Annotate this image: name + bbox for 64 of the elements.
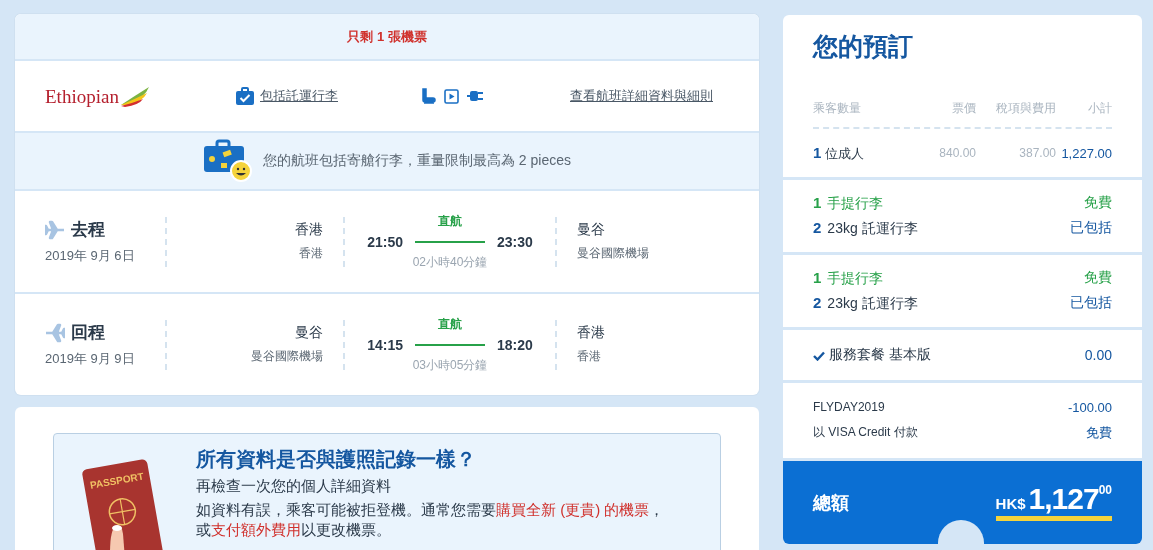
service-package: 服務套餐 基本版 [829,346,931,364]
arrival-airport: 香港 [577,348,602,365]
payment-fee: 免費 [1086,424,1112,442]
total-label: 總額 [813,491,849,515]
passport-warning: 如資料有誤，乘客可能被拒登機。通常您需要購買全新 (更貴) 的機票，或支付額外費用以更改機票。 [196,500,666,540]
leg-date: 2019年 9月 6日 [45,247,136,265]
arrival-time: 18:20 [497,336,533,353]
video-icon [444,88,459,104]
carry-on-baggage: 1 手提行李 [813,269,884,288]
departure-airport: 香港 [298,245,323,262]
passport-check-subtitle: 再檢查一次您的個人詳細資料 [196,477,392,496]
checked-baggage: 2 23kg 託運行李 [813,294,918,313]
subtotal-amount: 1,227.00 [1060,145,1112,161]
plug-icon [467,89,483,103]
baggage-price: 已包括 [1070,219,1112,237]
column-header: 小計 [1087,100,1112,117]
airline-name: Ethiopian [45,85,119,108]
stops-label: 直航 [438,212,462,230]
plane-icon [45,219,65,240]
baggage-price: 免費 [1084,269,1112,287]
passenger-count: 1 位成人 [813,143,866,163]
departure-time: 21:50 [367,233,403,250]
flight-duration: 03小時05分鐘 [412,356,488,374]
promo-code: FLYDAY2019 [813,400,885,415]
warning-link[interactable]: 購買全新 (更貴) 的機票 [496,501,650,518]
checked-baggage: 2 23kg 託運行李 [813,219,918,238]
arrival-city: 曼谷 [577,221,606,239]
stops-label: 直航 [438,315,462,333]
column-header: 乘客數量 [813,100,862,117]
suitcase-smiley-icon [202,139,253,183]
carry-on-baggage: 1 手提行李 [813,194,884,213]
flight-duration: 02小時40分鐘 [412,253,488,271]
plane-icon [45,322,65,343]
column-header: 稅項與費用 [995,100,1056,117]
departure-city: 香港 [294,221,323,239]
passport-check-title: 所有資料是否與護照記錄一樣？ [196,447,477,472]
flight-details-link[interactable]: 查看航班詳細資料與細則 [570,87,713,105]
leg-label: 去程 [71,219,105,241]
leg-label: 回程 [71,322,105,344]
taxes-amount: 387.00 [1018,146,1056,160]
baggage-note: 您的航班包括寄艙行李，重量限制最高為 2 pieces [262,152,571,170]
departure-airport: 曼谷國際機場 [250,348,323,365]
arrival-city: 香港 [577,324,605,342]
payment-method: 以 VISA Credit 付款 [813,424,918,441]
ticket-notice: 只剩 1 張機票 [347,27,427,46]
promo-discount: -100.00 [1067,400,1112,415]
departure-time: 14:15 [367,336,403,353]
baggage-price: 免費 [1084,194,1112,212]
check-icon [813,349,825,361]
luggage-check-icon [235,86,255,106]
route-line [415,343,485,346]
service-price: 0.00 [1084,347,1112,363]
fare-amount: 840.00 [938,146,976,160]
arrival-time: 23:30 [497,233,533,250]
arrival-airport: 曼谷國際機場 [577,245,649,262]
baggage-link[interactable]: 包括託運行李 [260,87,338,105]
warning-link[interactable]: 支付額外費用 [211,521,301,538]
route-line [415,240,485,243]
baggage-price: 已包括 [1070,294,1112,312]
departure-city: 曼谷 [294,324,323,342]
booking-title: 您的預訂 [813,31,914,62]
leg-date: 2019年 9月 9日 [45,350,136,368]
column-header: 票價 [951,100,976,117]
seat-icon [420,87,436,105]
